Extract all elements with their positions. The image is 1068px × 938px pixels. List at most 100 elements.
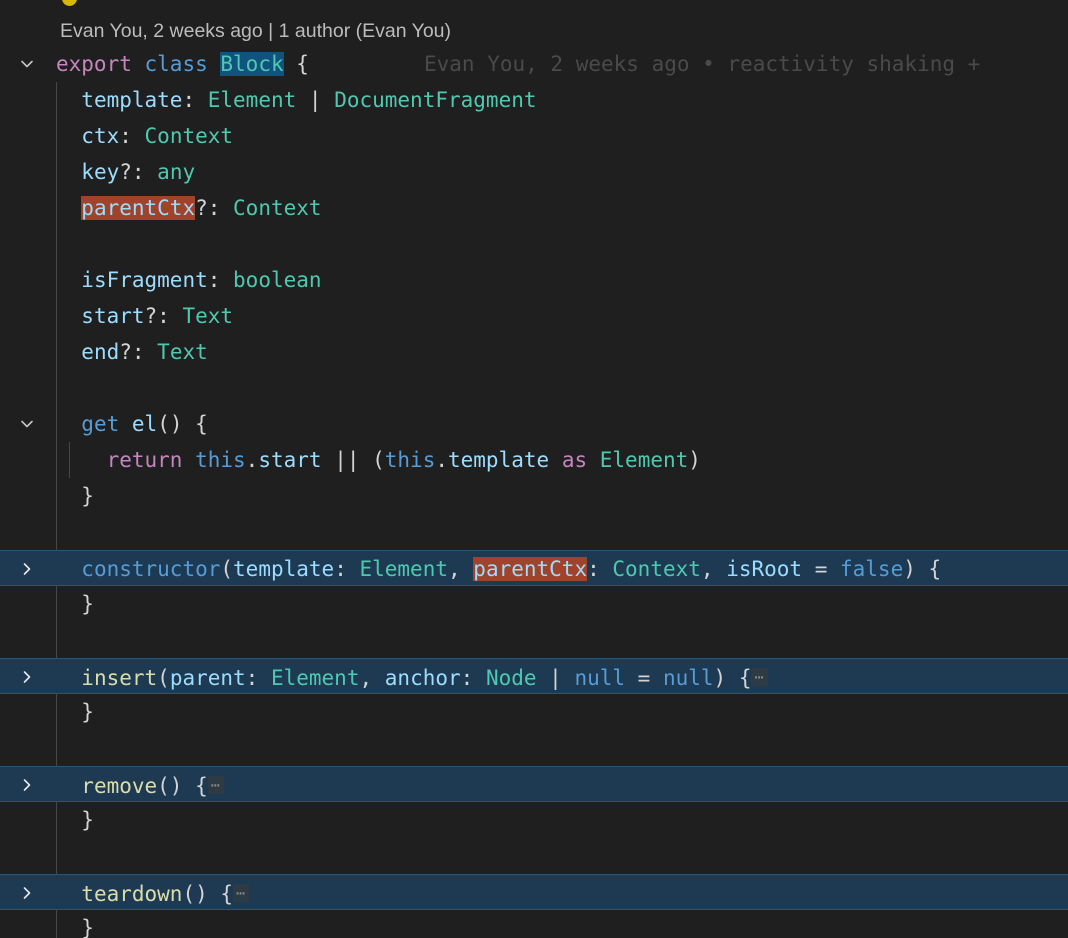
code-token: } [56,916,94,938]
code-token: parent [169,666,246,690]
code-token: isRoot [726,557,803,581]
codelens-blame-annotation[interactable]: Evan You, 2 weeks ago | 1 author (Evan Y… [60,18,451,44]
code-token: Element [207,88,297,112]
code-line[interactable] [0,838,1068,874]
code-line[interactable]: } [0,910,1068,938]
chevron-right-icon[interactable] [20,562,34,576]
code-token: ) { [713,666,752,690]
code-text: end?: Text [56,334,207,370]
code-token: DocumentFragment [334,88,537,112]
code-line[interactable] [0,226,1068,262]
line-gutter [0,154,56,190]
code-line[interactable]: return this.start || (this.template as E… [0,442,1068,478]
code-token: Element [599,448,689,472]
code-token: get [81,412,120,436]
code-token: } [56,484,94,508]
code-line[interactable] [0,622,1068,658]
code-token: export [56,52,132,76]
code-line[interactable]: isFragment: boolean [0,262,1068,298]
code-token: : [587,557,613,581]
code-line[interactable]: remove() {⋯ [0,766,1068,802]
code-token: ?: [144,304,183,328]
line-gutter [0,622,56,658]
code-token: } [56,592,94,616]
code-token: Block [220,52,284,76]
code-token: ( [157,666,170,690]
line-gutter [0,442,56,478]
code-text: teardown() {⋯ [56,875,250,911]
chevron-right-icon[interactable] [20,670,34,684]
code-token: : [119,124,145,148]
code-token: ?: [195,196,234,220]
line-gutter [0,46,56,82]
line-gutter [0,802,56,838]
code-text: export class Block { [56,46,309,82]
code-token: return [106,448,183,472]
code-token: } [56,808,94,832]
code-line[interactable] [0,514,1068,550]
code-line[interactable]: insert(parent: Element, anchor: Node | n… [0,658,1068,694]
code-line[interactable]: teardown() {⋯ [0,874,1068,910]
line-gutter [0,334,56,370]
code-token: this [195,448,246,472]
code-token: false [840,557,904,581]
code-line[interactable]: ctx: Context [0,118,1068,154]
code-text: insert(parent: Element, anchor: Node | n… [56,659,768,695]
line-gutter [0,226,56,262]
code-line[interactable]: } [0,586,1068,622]
code-line[interactable]: } [0,478,1068,514]
code-token: Element [270,666,360,690]
code-line[interactable]: start?: Text [0,298,1068,334]
folded-region-marker[interactable]: ⋯ [207,776,224,794]
lightbulb-icon[interactable] [62,0,77,6]
code-token: this [384,448,436,472]
code-line[interactable]: export class Block { Evan You, 2 weeks ag… [0,46,1068,82]
code-line[interactable] [0,370,1068,406]
code-line[interactable]: } [0,802,1068,838]
code-text: key?: any [56,154,195,190]
code-token: = [802,557,840,581]
code-editor[interactable]: Evan You, 2 weeks ago | 1 author (Evan Y… [0,0,1068,938]
code-token: boolean [233,268,322,292]
code-token: () { [157,412,208,436]
line-gutter [0,551,56,587]
code-line[interactable]: template: Element | DocumentFragment [0,82,1068,118]
code-token: template [448,448,550,472]
folded-region-marker[interactable]: ⋯ [751,668,768,686]
chevron-right-icon[interactable] [20,778,34,792]
code-token: Context [612,557,701,581]
code-token: : [207,268,234,292]
code-text: } [56,802,94,838]
folded-region-marker[interactable]: ⋯ [233,884,250,902]
code-text: ctx: Context [56,118,233,154]
code-line[interactable]: } [0,694,1068,730]
line-gutter [0,82,56,118]
code-text: parentCtx?: Context [56,190,322,226]
chevron-down-icon[interactable] [20,417,34,431]
chevron-down-icon[interactable] [20,57,34,71]
chevron-right-icon[interactable] [20,886,34,900]
code-line[interactable]: constructor(template: Element, parentCtx… [0,550,1068,586]
code-token: end [81,340,120,364]
code-text: } [56,586,94,622]
code-line[interactable]: end?: Text [0,334,1068,370]
code-token: . [245,448,259,472]
line-gutter [0,767,56,803]
code-token: , [700,557,727,581]
code-token: anchor [384,666,461,690]
code-line[interactable] [0,730,1068,766]
code-line[interactable]: parentCtx?: Context [0,190,1068,226]
line-gutter [0,298,56,334]
code-token: : [460,666,486,690]
inline-blame-annotation: Evan You, 2 weeks ago • reactivity shaki… [424,52,981,76]
code-line[interactable]: get el() { [0,406,1068,442]
code-token: Element [359,557,448,581]
code-line[interactable]: key?: any [0,154,1068,190]
line-gutter [0,586,56,622]
